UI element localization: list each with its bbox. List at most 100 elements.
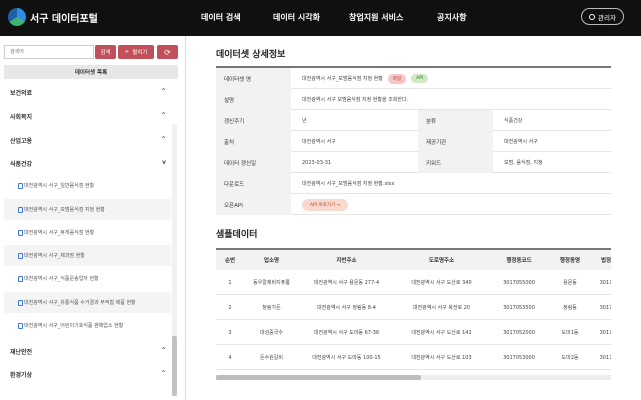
category-label: 보건의료 xyxy=(10,90,33,97)
site-title[interactable]: 서구 데이터포털 xyxy=(30,10,98,25)
detail-label: 출처 xyxy=(216,131,291,152)
detail-value: 대전광역시 서구 모범음식점 지정 현황을 조회한다. xyxy=(302,97,409,103)
table-cell: 3017055000 xyxy=(503,279,535,286)
sample-table: 순번 업소명 지번주소 도로명주소 행정동코드 행정동명 법정 1 동우칼제비지… xyxy=(216,248,611,378)
dataset-item[interactable]: 대전광역시 서구_유통식품 수거결과 부적합 제품 현황 xyxy=(4,292,171,313)
table-cell: 돈수원갈비 xyxy=(259,355,283,361)
column-header: 지번주소 xyxy=(336,258,357,264)
detail-label: 분류 xyxy=(418,110,493,131)
detail-value: 식품건강 xyxy=(504,118,523,124)
table-cell: 청림가든 xyxy=(262,305,281,311)
table-header: 순번 업소명 지번주소 도로명주소 행정동코드 행정동명 법정 xyxy=(216,250,611,270)
table-cell: 도마1동 xyxy=(561,330,579,336)
table-row: 1 동우칼제비지퓨롬 대전광역시 서구 용문동 277-4 대전광역시 서구 도… xyxy=(216,270,611,295)
dataset-item-label: 대전광역시 서구_어린이기호식품 판매업소 현황 xyxy=(24,323,124,329)
detail-label: 키워드 xyxy=(418,152,493,173)
table-cell: 3 xyxy=(228,329,232,336)
column-header: 행정동코드 xyxy=(506,258,532,264)
portal-logo-icon[interactable] xyxy=(8,8,26,26)
nav-data-search[interactable]: 데이터 검색 xyxy=(201,12,241,23)
table-cell: 3017053000 xyxy=(503,354,535,361)
refresh-button[interactable]: ⟳ xyxy=(157,45,178,59)
category-label: 환경기상 xyxy=(10,372,33,379)
expand-button[interactable]: + 펼치기 xyxy=(118,45,154,59)
document-icon xyxy=(18,229,23,236)
table-row: 4 돈수원갈비 대전광역시 서구 도마동 100-15 대전광역시 서구 도산로… xyxy=(216,345,611,370)
detail-row-description: 설명 대전광역시 서구 모범음식점 지정 현황을 조회한다. xyxy=(216,89,611,110)
category-industry-employment[interactable]: 산업고용 ^ xyxy=(10,136,170,145)
detail-section-title: 데이터셋 상세정보 xyxy=(216,50,286,60)
table-row: 2 청림가든 대전광역시 서구 정림동 8-4 대전광역시 서구 복전로 20 … xyxy=(216,295,611,320)
detail-label: 제공기관 xyxy=(418,131,493,152)
table-cell: 3017052000 xyxy=(503,329,535,336)
detail-value: 대전광역시 서구_모범음식점 지정 현황 파일 API xyxy=(302,68,429,89)
search-button[interactable]: 검색 xyxy=(95,45,116,59)
table-cell: 3017 xyxy=(599,329,611,336)
dataset-item[interactable]: 대전광역시 서구_휴게음식점 현황 xyxy=(4,222,171,243)
dataset-item[interactable]: 대전광역시 서구_어린이기호식품 판매업소 현황 xyxy=(4,315,171,336)
detail-value: 대전광역시 서구 xyxy=(302,139,336,145)
detail-label: 데이터 갱신일 xyxy=(216,152,291,173)
category-label: 사회복지 xyxy=(10,114,33,121)
main-content: 데이터셋 상세정보 데이터셋 명 대전광역시 서구_모범음식점 지정 현황 파일… xyxy=(186,36,641,400)
table-cell: 도마2동 xyxy=(561,355,579,361)
nav-notices[interactable]: 공지사항 xyxy=(437,12,466,23)
table-cell: 대전광역시 서구 도산로 340 xyxy=(411,280,472,286)
category-disaster-safety[interactable]: 재난안전 ^ xyxy=(10,347,170,356)
search-button-label: 검색 xyxy=(100,50,111,56)
detail-row-openapi: 오픈API API 바로가기 → xyxy=(216,194,611,215)
detail-label: 다운로드 xyxy=(216,173,291,194)
chevron-up-icon: ^ xyxy=(160,136,166,143)
category-food-health[interactable]: 식품건강 v xyxy=(10,159,170,168)
detail-value: 년 xyxy=(302,118,307,124)
category-health-medical[interactable]: 보건의료 ^ xyxy=(10,88,170,97)
download-link[interactable]: 대전광역시 서구_모범음식점 지정 현황.xlsx xyxy=(302,173,394,194)
dataset-item[interactable]: 대전광역시 서구_제과점 현황 xyxy=(4,245,171,266)
table-cell: 정림동 xyxy=(563,305,577,311)
sidebar: 검색 + 펼치기 ⟳ 데이터셋 목록 보건의료 ^ 사회복지 ^ 산업고용 ^ … xyxy=(0,36,186,400)
document-icon xyxy=(18,206,23,213)
plus-icon: + xyxy=(124,49,130,55)
sidebar-scrollbar-thumb[interactable] xyxy=(172,336,177,396)
user-icon xyxy=(589,13,596,20)
table-cell: 3017053500 xyxy=(503,304,535,311)
api-shortcut-button[interactable]: API 바로가기 → xyxy=(302,198,349,211)
table-hscrollbar-thumb[interactable] xyxy=(216,375,421,380)
dataset-item-selected[interactable]: 대전광역시 서구_모범음식점 지정 현황 xyxy=(4,199,171,220)
document-icon xyxy=(18,322,23,329)
dataset-item-label: 대전광역시 서구_일반음식점 현황 xyxy=(24,183,95,189)
detail-row-updated-keyword: 데이터 갱신일 2023-03-31 키워드 모범, 음식점, 지정 xyxy=(216,152,611,173)
table-cell: 3017 xyxy=(599,279,611,286)
detail-value: 2023-03-31 xyxy=(302,159,332,166)
nav-data-visualization[interactable]: 데이터 시각화 xyxy=(273,12,320,23)
chevron-down-icon: v xyxy=(162,159,166,166)
admin-button[interactable]: 관리자 xyxy=(581,8,624,25)
table-cell: 동우칼제비지퓨롬 xyxy=(253,280,290,286)
table-cell: 3017 xyxy=(599,304,611,311)
nav-startup-support[interactable]: 창업지원 서비스 xyxy=(349,12,403,23)
detail-label: 갱신주기 xyxy=(216,110,291,131)
column-header: 도로명주소 xyxy=(428,258,455,264)
table-cell: 2 xyxy=(228,304,232,311)
document-icon xyxy=(18,275,23,282)
detail-row-cycle-category: 갱신주기 년 분류 식품건강 xyxy=(216,110,611,131)
refresh-icon: ⟳ xyxy=(164,47,171,57)
top-bar: 서구 데이터포털 데이터 검색 데이터 시각화 창업지원 서비스 공지사항 관리… xyxy=(0,0,641,36)
detail-row-name: 데이터셋 명 대전광역시 서구_모범음식점 지정 현황 파일 API xyxy=(216,68,611,89)
table-cell: 대전광역시 서구 도산로 141 xyxy=(411,330,472,336)
detail-label: 오픈API xyxy=(216,194,291,215)
detail-value: 모범, 음식점, 지정 xyxy=(504,160,543,166)
category-label: 식품건강 xyxy=(10,161,33,168)
document-icon xyxy=(18,299,23,306)
dataset-item-label: 대전광역시 서구_제과점 현황 xyxy=(24,253,85,259)
chevron-up-icon: ^ xyxy=(160,112,166,119)
dataset-item[interactable]: 대전광역시 서구_일반음식점 현황 xyxy=(4,175,171,196)
search-input[interactable] xyxy=(4,45,94,59)
category-environment-weather[interactable]: 환경기상 ^ xyxy=(10,370,170,379)
dataset-item[interactable]: 대전광역시 서구_식품운송업자 현황 xyxy=(4,268,171,289)
dataset-list-header: 데이터셋 목록 xyxy=(4,65,178,79)
table-cell: 3017 xyxy=(599,354,611,361)
dataset-item-label: 대전광역시 서구_모범음식점 지정 현황 xyxy=(24,207,105,213)
chevron-up-icon: ^ xyxy=(160,347,166,354)
category-social-welfare[interactable]: 사회복지 ^ xyxy=(10,112,170,121)
